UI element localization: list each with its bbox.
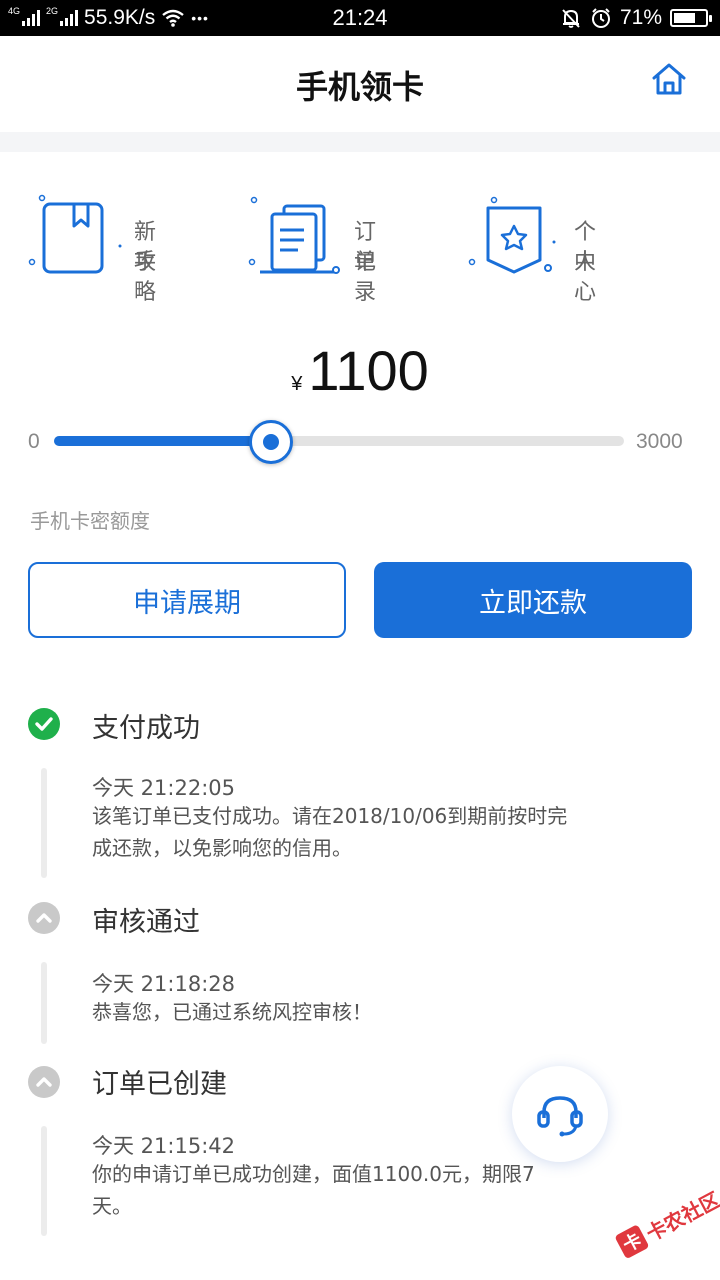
amount-slider-fill xyxy=(54,436,271,446)
quick-link-orders-line2: 记 录 xyxy=(354,250,397,305)
timeline-desc: 该笔订单已支付成功。请在2018/10/06到期前按时完成还款，以免影响您的信用… xyxy=(92,804,568,860)
app-header: 手机领卡 xyxy=(0,36,720,132)
chevron-up-icon xyxy=(36,1077,52,1087)
limit-label: 手机卡密额度 xyxy=(30,509,150,533)
timeline-step-icon xyxy=(28,1066,60,1098)
timeline-connector xyxy=(41,962,47,1044)
amount-slider-thumb[interactable] xyxy=(249,420,293,464)
status-right: 71% xyxy=(560,4,712,32)
extend-button[interactable]: 申请展期 xyxy=(28,562,346,638)
check-icon xyxy=(35,717,53,731)
page-title: 手机领卡 xyxy=(295,68,424,106)
amount-value: 1100 xyxy=(308,339,429,402)
slider-min-label: 0 xyxy=(28,430,40,453)
timeline-desc: 你的申请订单已成功创建，面值1100.0元，期限7天。 xyxy=(92,1162,535,1218)
timeline-time: 今天 21:18:28 xyxy=(92,972,235,996)
home-icon[interactable] xyxy=(648,58,690,100)
timeline-title: 审核通过 xyxy=(92,907,200,938)
star-badge-icon xyxy=(468,196,556,274)
timeline-title: 订单已创建 xyxy=(92,1069,227,1100)
currency-symbol: ¥ xyxy=(291,373,303,395)
watermark-text: 卡农社区 xyxy=(641,1186,720,1246)
timeline-step-icon xyxy=(28,902,60,934)
battery-icon xyxy=(670,9,712,27)
amount-slider-track[interactable] xyxy=(54,436,624,446)
battery-fill xyxy=(674,13,695,23)
battery-percent: 71% xyxy=(619,6,662,29)
timeline-time: 今天 21:15:42 xyxy=(92,1134,235,1158)
quick-link-guide-line2: 攻 略 xyxy=(134,250,177,305)
amount-display: ¥1100 xyxy=(0,338,720,403)
mute-bell-icon xyxy=(562,9,580,28)
repay-button[interactable]: 立即还款 xyxy=(374,562,692,638)
header-divider xyxy=(0,132,720,152)
chevron-up-icon xyxy=(36,913,52,923)
timeline-connector xyxy=(41,768,47,878)
timeline-connector xyxy=(41,1126,47,1236)
watermark-logo: 卡 卡农社区 xyxy=(607,1171,720,1272)
status-bar: 4G 2G 55.9K/s ••• 21:24 71% xyxy=(0,0,720,36)
customer-service-button[interactable] xyxy=(512,1066,608,1162)
timeline-title: 支付成功 xyxy=(92,713,200,744)
timeline-desc: 恭喜您，已通过系统风控审核！ xyxy=(92,1000,372,1024)
quick-link-profile-line2: 中 心 xyxy=(574,250,617,305)
documents-icon xyxy=(248,196,340,274)
book-bookmark-icon xyxy=(28,194,122,274)
timeline-success-icon xyxy=(28,708,60,740)
timeline-time: 今天 21:22:05 xyxy=(92,776,235,800)
headset-icon xyxy=(537,1096,583,1137)
alarm-icon xyxy=(591,8,610,28)
slider-max-label: 3000 xyxy=(636,430,683,453)
